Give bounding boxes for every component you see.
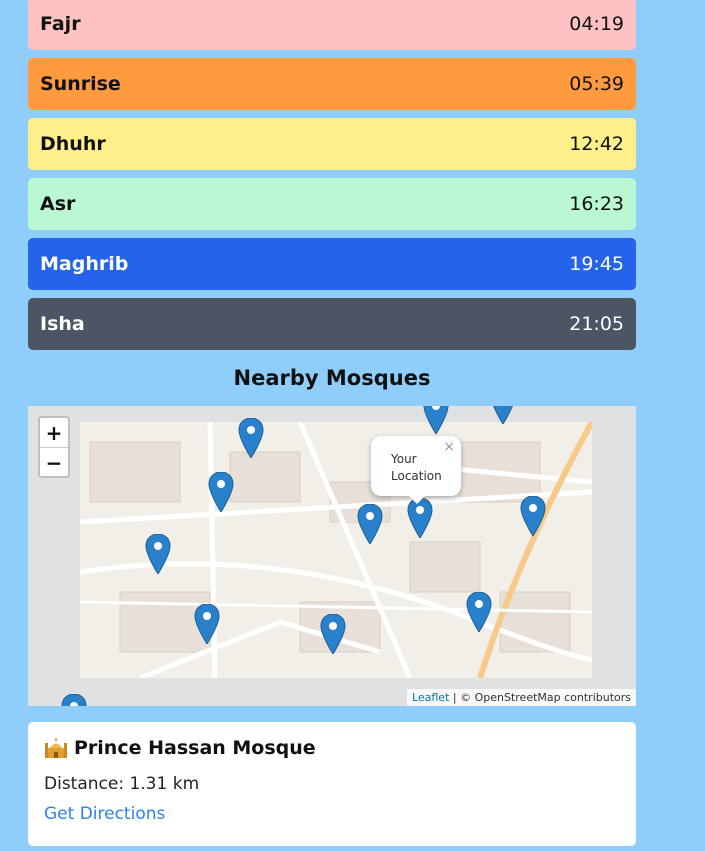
prayer-time: 05:39: [569, 73, 624, 95]
prayer-name: Isha: [40, 313, 85, 335]
user-location-marker-icon[interactable]: [407, 498, 433, 538]
prayer-name: Asr: [40, 193, 76, 215]
mosque-marker-icon[interactable]: [194, 604, 220, 644]
popup-tip: [409, 496, 425, 504]
mosque-marker-icon[interactable]: [238, 418, 264, 458]
mosque-marker-icon[interactable]: [357, 504, 383, 544]
prayer-time: 16:23: [569, 193, 624, 215]
mosque-marker-icon[interactable]: [520, 496, 546, 536]
mosque-marker-icon[interactable]: [423, 406, 449, 434]
prayer-time: 04:19: [569, 13, 624, 35]
section-title: Nearby Mosques: [233, 366, 431, 390]
prayer-row-maghrib: Maghrib 19:45: [28, 238, 636, 290]
mosque-map[interactable]: + − × Your Location Leaflet | © OpenStre…: [28, 406, 636, 706]
mosque-name: Prince Hassan Mosque: [74, 737, 316, 759]
leaflet-link[interactable]: Leaflet: [412, 691, 449, 704]
zoom-control: + −: [38, 416, 70, 478]
prayer-row-dhuhr: Dhuhr 12:42: [28, 118, 636, 170]
mosque-card: Prince Hassan Mosque Distance: 1.31 km G…: [28, 722, 636, 846]
mosque-marker-icon[interactable]: [320, 614, 346, 654]
prayer-name: Dhuhr: [40, 133, 106, 155]
prayer-time: 19:45: [569, 253, 624, 275]
location-popup: × Your Location: [371, 436, 461, 504]
mosque-marker-icon[interactable]: [61, 694, 87, 706]
prayer-name: Fajr: [40, 13, 81, 35]
mosque-icon: [45, 738, 67, 758]
prayer-time: 12:42: [569, 133, 624, 155]
mosque-marker-icon[interactable]: [466, 592, 492, 632]
prayer-row-fajr: Fajr 04:19: [28, 0, 636, 50]
mosque-marker-icon[interactable]: [490, 406, 516, 424]
popup-close-button[interactable]: ×: [443, 439, 455, 456]
prayer-row-isha: Isha 21:05: [28, 298, 636, 350]
prayer-row-asr: Asr 16:23: [28, 178, 636, 230]
prayer-name: Maghrib: [40, 253, 129, 275]
map-attribution: Leaflet | © OpenStreetMap contributors: [406, 689, 636, 706]
get-directions-link[interactable]: Get Directions: [44, 804, 165, 824]
attribution-text: | © OpenStreetMap contributors: [452, 691, 631, 704]
mosque-distance: Distance: 1.31 km: [44, 774, 200, 794]
mosque-marker-icon[interactable]: [208, 472, 234, 512]
prayer-time: 21:05: [569, 313, 624, 335]
popup-text: Your Location: [391, 452, 442, 483]
zoom-out-button[interactable]: −: [40, 447, 68, 477]
zoom-in-button[interactable]: +: [40, 418, 68, 447]
prayer-name: Sunrise: [40, 73, 121, 95]
prayer-row-sunrise: Sunrise 05:39: [28, 58, 636, 110]
mosque-title: Prince Hassan Mosque: [44, 736, 620, 760]
mosque-marker-icon[interactable]: [145, 534, 171, 574]
